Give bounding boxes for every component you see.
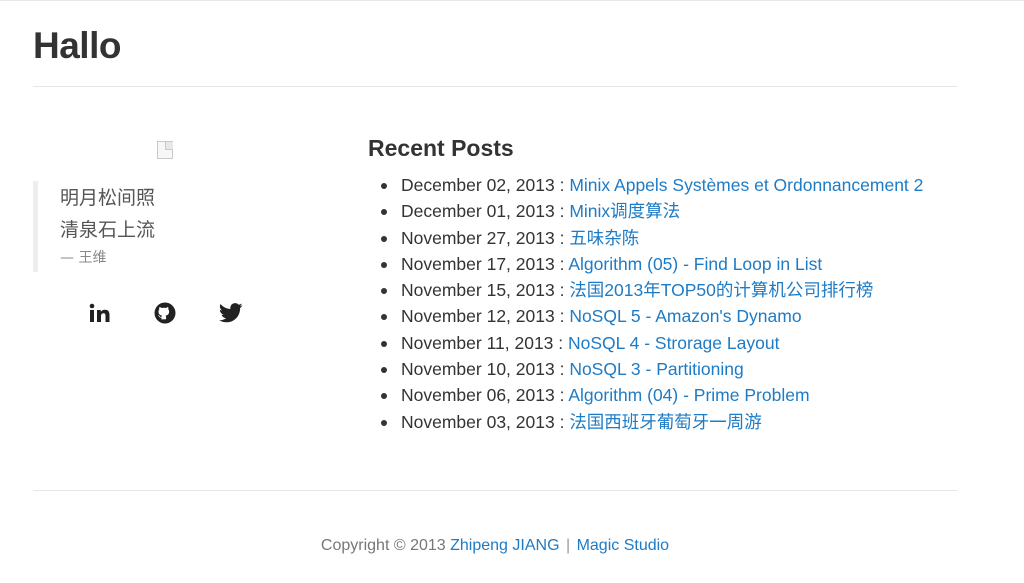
footer: Copyright © 2013 Zhipeng JIANG | Magic S… xyxy=(0,536,990,556)
footer-separator: | xyxy=(565,537,571,554)
post-list-item: November 15, 2013 : 法国2013年TOP50的计算机公司排行… xyxy=(368,277,988,303)
post-separator: : xyxy=(553,332,569,353)
post-separator: : xyxy=(554,306,570,327)
post-list-item: November 17, 2013 : Algorithm (05) - Fin… xyxy=(368,251,988,277)
post-date: November 10, 2013 xyxy=(401,359,555,380)
bullet-icon xyxy=(381,367,387,374)
author-link[interactable]: Zhipeng JIANG xyxy=(450,537,559,554)
studio-link[interactable]: Magic Studio xyxy=(577,537,670,554)
post-separator: : xyxy=(554,280,570,301)
post-link[interactable]: Algorithm (05) - Find Loop in List xyxy=(568,254,822,274)
recent-posts-title: Recent Posts xyxy=(368,135,514,161)
post-date: December 02, 2013 xyxy=(401,175,555,195)
post-separator: : xyxy=(554,359,570,380)
footer-divider xyxy=(33,490,957,491)
bullet-icon xyxy=(381,340,387,347)
post-separator: : xyxy=(554,385,569,406)
post-list-item: November 06, 2013 : Algorithm (04) - Pri… xyxy=(368,382,988,408)
bullet-icon xyxy=(381,261,387,268)
post-date: November 15, 2013 xyxy=(401,280,555,301)
recent-posts-list: December 02, 2013 : Minix Appels Système… xyxy=(368,172,988,435)
post-list-item: November 12, 2013 : NoSQL 5 - Amazon's D… xyxy=(368,303,988,329)
post-link[interactable]: Minix调度算法 xyxy=(569,201,680,221)
post-link[interactable]: 法国2013年TOP50的计算机公司排行榜 xyxy=(569,280,873,300)
post-date: November 17, 2013 xyxy=(401,253,555,274)
post-link[interactable]: 五味杂陈 xyxy=(569,228,639,248)
site-title[interactable]: Hallo xyxy=(33,22,121,70)
header-divider xyxy=(33,86,957,87)
bullet-icon xyxy=(381,183,387,189)
post-link[interactable]: NoSQL 4 - Strorage Layout xyxy=(568,333,779,353)
linkedin-icon xyxy=(89,303,110,322)
post-link[interactable]: Minix Appels Systèmes et Ordonnancement … xyxy=(569,175,923,195)
copyright-text: Copyright © 2013 xyxy=(320,537,446,554)
post-separator: : xyxy=(554,411,570,432)
post-list-item: November 10, 2013 : NoSQL 3 - Partitioni… xyxy=(368,356,988,382)
bullet-icon xyxy=(381,288,387,295)
post-list-item: December 02, 2013 : Minix Appels Système… xyxy=(368,172,988,198)
twitter-link[interactable] xyxy=(218,300,244,326)
post-separator: : xyxy=(554,227,570,248)
post-link[interactable]: NoSQL 5 - Amazon's Dynamo xyxy=(569,306,801,326)
post-date: November 12, 2013 xyxy=(401,306,555,327)
quote-source: — 王维 xyxy=(60,250,107,266)
top-border xyxy=(0,0,1024,1)
post-date: November 27, 2013 xyxy=(401,227,555,248)
post-link[interactable]: 法国西班牙葡萄牙一周游 xyxy=(569,412,762,432)
bullet-icon xyxy=(381,314,387,321)
post-list-item: December 01, 2013 : Minix调度算法 xyxy=(368,198,988,224)
post-link[interactable]: NoSQL 3 - Partitioning xyxy=(569,359,743,379)
post-list-item: November 03, 2013 : 法国西班牙葡萄牙一周游 xyxy=(368,409,988,435)
post-separator: : xyxy=(554,175,570,195)
quote-line-2: 清泉石上流 xyxy=(60,219,156,241)
post-list-item: November 11, 2013 : NoSQL 4 - Strorage L… xyxy=(368,330,988,356)
quote-line-1: 明月松间照 xyxy=(60,187,156,209)
twitter-icon xyxy=(219,303,243,323)
bullet-icon xyxy=(381,419,387,426)
bullet-icon xyxy=(381,235,387,242)
linkedin-link[interactable] xyxy=(87,300,113,326)
post-date: December 01, 2013 xyxy=(401,201,555,222)
broken-image-icon xyxy=(157,141,177,161)
post-separator: : xyxy=(554,201,570,222)
github-link[interactable] xyxy=(152,300,178,326)
github-icon xyxy=(154,302,176,324)
post-separator: : xyxy=(554,253,569,274)
post-date: November 03, 2013 xyxy=(401,411,555,432)
bullet-icon xyxy=(381,209,387,216)
bullet-icon xyxy=(381,393,387,400)
post-date: November 11, 2013 xyxy=(401,332,554,353)
quote-block: 明月松间照 清泉石上流 — 王维 xyxy=(33,181,283,272)
post-list-item: November 27, 2013 : 五味杂陈 xyxy=(368,225,988,251)
post-date: November 06, 2013 xyxy=(401,385,555,406)
post-link[interactable]: Algorithm (04) - Prime Problem xyxy=(568,385,809,405)
